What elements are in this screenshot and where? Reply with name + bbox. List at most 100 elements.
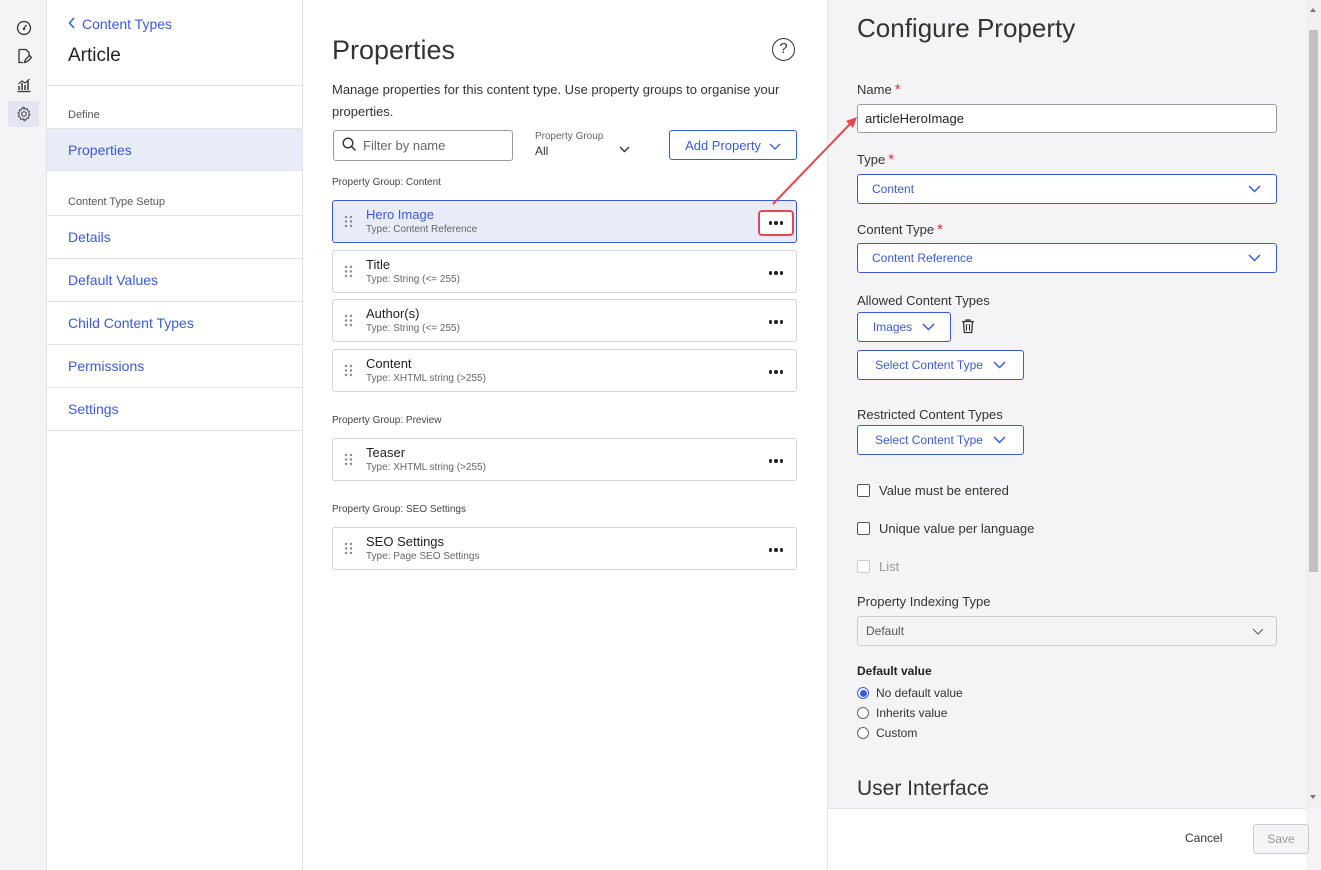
restricted-content-types-label: Restricted Content Types (857, 407, 1003, 422)
chevron-down-icon (1252, 624, 1264, 638)
content-type-label-text: Content Type (857, 222, 935, 237)
cancel-button[interactable]: Cancel (1185, 831, 1222, 845)
more-options-button[interactable] (758, 448, 794, 474)
more-options-button[interactable] (758, 260, 794, 286)
content-type-select[interactable]: Content Reference (857, 243, 1277, 273)
filter-input[interactable]: Filter by name (333, 130, 513, 161)
checkbox-box[interactable] (857, 522, 870, 535)
add-property-button[interactable]: Add Property (669, 130, 797, 160)
property-name: Content (366, 356, 412, 371)
radio-custom[interactable]: Custom (857, 726, 917, 740)
property-row[interactable]: Author(s) Type: String (<= 255) (332, 299, 797, 342)
content-type-label: Content Type * (857, 221, 943, 238)
more-options-button[interactable] (758, 309, 794, 335)
checkbox-label: List (879, 559, 900, 574)
drag-handle-icon[interactable] (344, 265, 353, 283)
value-required-checkbox[interactable]: Value must be entered (857, 483, 1009, 498)
chevron-down-icon (769, 138, 781, 153)
nav-item-settings[interactable]: Settings (47, 388, 302, 431)
page-title: Properties (332, 35, 456, 65)
checkbox-label: Unique value per language (879, 521, 1035, 536)
allowed-type-images[interactable]: Images (857, 312, 951, 342)
property-row[interactable]: SEO Settings Type: Page SEO Settings (332, 527, 797, 570)
property-group-value: All (535, 144, 549, 158)
property-row[interactable]: Hero Image Type: Content Reference (332, 200, 797, 243)
property-group-label: Property Group (535, 131, 604, 142)
checkbox-box[interactable] (857, 484, 870, 497)
more-options-button[interactable] (758, 537, 794, 563)
nav-item-details[interactable]: Details (47, 216, 302, 259)
checkbox-box (857, 560, 870, 573)
property-type: Type: String (<= 255) (366, 323, 460, 334)
panel-scrollbar[interactable] (1306, 0, 1321, 808)
property-type: Type: String (<= 255) (366, 274, 460, 285)
more-options-button[interactable] (758, 359, 794, 385)
more-dots-icon (768, 271, 784, 275)
property-group-select[interactable]: Property Group All (535, 131, 603, 158)
property-name: Teaser (366, 445, 406, 460)
dashboard-icon[interactable] (8, 15, 39, 41)
scrollbar-thumb[interactable] (1309, 30, 1318, 572)
radio-label: Custom (876, 726, 918, 740)
more-options-button[interactable] (758, 210, 794, 236)
name-input[interactable]: articleHeroImage (857, 104, 1277, 133)
drag-handle-icon[interactable] (344, 364, 353, 382)
user-interface-heading: User Interface (857, 777, 989, 800)
panel-title: Configure Property (857, 13, 1076, 43)
chevron-down-icon[interactable] (619, 140, 630, 158)
edit-document-icon[interactable] (8, 43, 39, 69)
indexing-type-label: Property Indexing Type (857, 594, 991, 609)
property-row[interactable]: Content Type: XHTML string (>255) (332, 349, 797, 392)
checkbox-label: Value must be entered (879, 483, 1009, 498)
drag-handle-icon[interactable] (344, 314, 353, 332)
select-allowed-content-type[interactable]: Select Content Type (857, 350, 1024, 380)
required-mark: * (937, 221, 943, 238)
property-row[interactable]: Title Type: String (<= 255) (332, 250, 797, 293)
nav-item-child-content-types[interactable]: Child Content Types (47, 302, 302, 345)
list-checkbox: List (857, 559, 899, 574)
drag-handle-icon[interactable] (344, 215, 353, 233)
radio-button[interactable] (857, 687, 869, 699)
property-row[interactable]: Teaser Type: XHTML string (>255) (332, 438, 797, 481)
nav-item-permissions[interactable]: Permissions (47, 345, 302, 388)
chevron-down-icon (1248, 251, 1261, 265)
back-link[interactable]: Content Types (68, 16, 172, 32)
nav-item-label: Properties (68, 141, 132, 158)
trash-icon[interactable] (961, 318, 975, 339)
back-link-label: Content Types (82, 16, 173, 32)
property-name: Title (366, 257, 391, 272)
chevron-down-icon (922, 320, 935, 334)
settings-gear-icon[interactable] (8, 101, 39, 127)
drag-handle-icon[interactable] (344, 453, 353, 471)
add-property-label: Add Property (685, 137, 761, 153)
radio-button[interactable] (857, 727, 869, 739)
radio-button[interactable] (857, 707, 869, 719)
nav-item-default-values[interactable]: Default Values (47, 259, 302, 302)
property-group-heading: Property Group: Preview (332, 415, 442, 426)
analytics-icon[interactable] (8, 72, 39, 98)
section-setup-label: Content Type Setup (68, 196, 166, 208)
help-icon[interactable]: ? (772, 38, 795, 61)
section-define-label: Define (68, 109, 100, 121)
chevron-down-icon (993, 358, 1006, 372)
scroll-up-icon[interactable] (1310, 8, 1316, 12)
more-dots-icon (768, 221, 784, 225)
search-icon (342, 136, 357, 155)
content-type-select-value: Content Reference (872, 251, 973, 265)
divider (47, 85, 303, 86)
radio-inherits-value[interactable]: Inherits value (857, 706, 947, 720)
select-restricted-content-type[interactable]: Select Content Type (857, 425, 1024, 455)
save-button[interactable]: Save (1253, 824, 1309, 854)
type-select[interactable]: Content (857, 174, 1277, 204)
drag-handle-icon[interactable] (344, 542, 353, 560)
indexing-type-value: Default (866, 624, 905, 638)
chevron-down-icon (993, 433, 1006, 447)
allowed-content-types-label: Allowed Content Types (857, 293, 990, 308)
name-label-text: Name (857, 82, 892, 97)
unique-per-language-checkbox[interactable]: Unique value per language (857, 521, 1034, 536)
filter-placeholder: Filter by name (363, 138, 446, 153)
nav-item-properties[interactable]: Properties (47, 128, 302, 171)
scroll-down-icon[interactable] (1310, 795, 1316, 799)
radio-no-default[interactable]: No default value (857, 686, 963, 700)
indexing-type-select[interactable]: Default (857, 616, 1277, 646)
